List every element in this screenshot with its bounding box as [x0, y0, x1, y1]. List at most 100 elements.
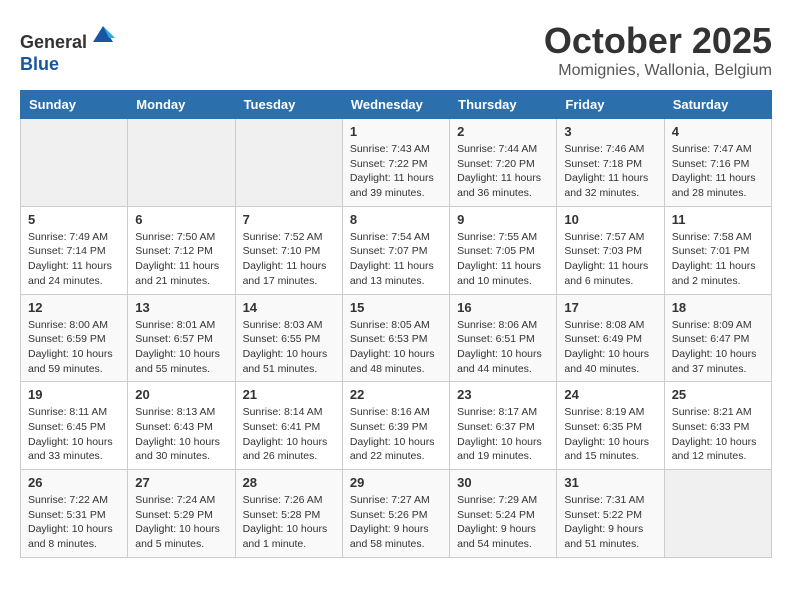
- day-info: Sunrise: 7:55 AMSunset: 7:05 PMDaylight:…: [457, 230, 549, 289]
- calendar-cell: [235, 119, 342, 207]
- day-info-line: Daylight: 9 hours and 58 minutes.: [350, 523, 429, 550]
- day-number: 24: [564, 387, 656, 402]
- calendar-cell: 1 Sunrise: 7:43 AMSunset: 7:22 PMDaylight…: [342, 119, 449, 207]
- day-info-line: Sunrise: 8:00 AM: [28, 319, 108, 331]
- calendar-cell: [128, 119, 235, 207]
- day-number: 13: [135, 300, 227, 315]
- calendar-cell: 14Sunrise: 8:03 AMSunset: 6:55 PMDayligh…: [235, 294, 342, 382]
- day-info-line: Daylight: 11 hours and 13 minutes.: [350, 260, 434, 287]
- day-info-line: Sunrise: 8:13 AM: [135, 406, 215, 418]
- calendar-cell: 13Sunrise: 8:01 AMSunset: 6:57 PMDayligh…: [128, 294, 235, 382]
- day-info-line: Sunrise: 7:49 AM: [28, 231, 108, 243]
- day-info-line: Sunset: 6:41 PM: [243, 421, 321, 433]
- calendar-cell: 7Sunrise: 7:52 AMSunset: 7:10 PMDaylight…: [235, 206, 342, 294]
- day-info: Sunrise: 7:31 AMSunset: 5:22 PMDaylight:…: [564, 493, 656, 552]
- day-number: 1: [350, 124, 442, 139]
- day-info-line: Daylight: 10 hours and 33 minutes.: [28, 436, 113, 463]
- calendar-cell: 12Sunrise: 8:00 AMSunset: 6:59 PMDayligh…: [21, 294, 128, 382]
- day-info: Sunrise: 7:22 AMSunset: 5:31 PMDaylight:…: [28, 493, 120, 552]
- day-info: Sunrise: 8:17 AMSunset: 6:37 PMDaylight:…: [457, 405, 549, 464]
- day-info-line: Daylight: 11 hours and 36 minutes.: [457, 172, 541, 199]
- weekday-header-friday: Friday: [557, 91, 664, 119]
- calendar-cell: 21Sunrise: 8:14 AMSunset: 6:41 PMDayligh…: [235, 382, 342, 470]
- day-info-line: Sunset: 7:05 PM: [457, 245, 535, 257]
- day-number: 3: [564, 124, 656, 139]
- day-info-line: Sunrise: 7:47 AM: [672, 143, 752, 155]
- calendar-cell: [21, 119, 128, 207]
- calendar-cell: 17Sunrise: 8:08 AMSunset: 6:49 PMDayligh…: [557, 294, 664, 382]
- day-info: Sunrise: 7:43 AMSunset: 7:22 PMDaylight:…: [350, 142, 442, 201]
- day-info-line: Daylight: 10 hours and 51 minutes.: [243, 348, 328, 375]
- calendar-cell: 30Sunrise: 7:29 AMSunset: 5:24 PMDayligh…: [450, 470, 557, 558]
- calendar-cell: 27Sunrise: 7:24 AMSunset: 5:29 PMDayligh…: [128, 470, 235, 558]
- day-info: Sunrise: 7:58 AMSunset: 7:01 PMDaylight:…: [672, 230, 764, 289]
- day-info: Sunrise: 8:11 AMSunset: 6:45 PMDaylight:…: [28, 405, 120, 464]
- day-info-line: Daylight: 10 hours and 8 minutes.: [28, 523, 113, 550]
- day-number: 2: [457, 124, 549, 139]
- day-info: Sunrise: 8:19 AMSunset: 6:35 PMDaylight:…: [564, 405, 656, 464]
- day-info-line: Sunset: 6:57 PM: [135, 333, 213, 345]
- logo-general-text: General: [20, 32, 87, 52]
- day-info-line: Sunrise: 7:46 AM: [564, 143, 644, 155]
- day-info: Sunrise: 7:27 AMSunset: 5:26 PMDaylight:…: [350, 493, 442, 552]
- day-info: Sunrise: 8:05 AMSunset: 6:53 PMDaylight:…: [350, 318, 442, 377]
- day-info-line: Sunset: 7:14 PM: [28, 245, 106, 257]
- day-info-line: Daylight: 11 hours and 6 minutes.: [564, 260, 648, 287]
- day-info-line: Daylight: 10 hours and 22 minutes.: [350, 436, 435, 463]
- calendar-cell: 31Sunrise: 7:31 AMSunset: 5:22 PMDayligh…: [557, 470, 664, 558]
- day-info-line: Sunrise: 7:57 AM: [564, 231, 644, 243]
- day-info-line: Daylight: 10 hours and 30 minutes.: [135, 436, 220, 463]
- day-info-line: Sunset: 5:31 PM: [28, 509, 106, 521]
- weekday-header-sunday: Sunday: [21, 91, 128, 119]
- day-number: 20: [135, 387, 227, 402]
- day-info-line: Sunrise: 7:50 AM: [135, 231, 215, 243]
- calendar-cell: 26 Sunrise: 7:22 AMSunset: 5:31 PMDayligh…: [21, 470, 128, 558]
- day-info-line: Sunrise: 8:16 AM: [350, 406, 430, 418]
- day-number: 16: [457, 300, 549, 315]
- title-block: October 2025 Momignies, Wallonia, Belgiu…: [544, 20, 772, 80]
- day-info-line: Sunset: 6:45 PM: [28, 421, 106, 433]
- day-info-line: Sunset: 7:20 PM: [457, 158, 535, 170]
- day-info: Sunrise: 8:06 AMSunset: 6:51 PMDaylight:…: [457, 318, 549, 377]
- day-info-line: Sunset: 6:49 PM: [564, 333, 642, 345]
- day-number: 26: [28, 475, 120, 490]
- day-info-line: Daylight: 11 hours and 24 minutes.: [28, 260, 112, 287]
- calendar-cell: 2Sunrise: 7:44 AMSunset: 7:20 PMDaylight…: [450, 119, 557, 207]
- day-number: 15: [350, 300, 442, 315]
- day-number: 29: [350, 475, 442, 490]
- day-info-line: Sunrise: 7:54 AM: [350, 231, 430, 243]
- day-info-line: Sunrise: 7:55 AM: [457, 231, 537, 243]
- day-info-line: Daylight: 10 hours and 1 minute.: [243, 523, 328, 550]
- day-info-line: Sunset: 6:47 PM: [672, 333, 750, 345]
- day-info: Sunrise: 8:16 AM Sunset: 6:39 PM Daylight:…: [350, 405, 442, 464]
- day-info-line: Sunset: 7:16 PM: [672, 158, 750, 170]
- calendar-cell: 9Sunrise: 7:55 AMSunset: 7:05 PMDaylight…: [450, 206, 557, 294]
- calendar-cell: 18Sunrise: 8:09 AMSunset: 6:47 PMDayligh…: [664, 294, 771, 382]
- calendar-cell: 3 Sunrise: 7:46 AMSunset: 7:18 PMDaylight…: [557, 119, 664, 207]
- day-info-line: Sunset: 6:39 PM: [350, 421, 428, 433]
- calendar-cell: 19Sunrise: 8:11 AMSunset: 6:45 PMDayligh…: [21, 382, 128, 470]
- day-info-line: Sunrise: 7:26 AM: [243, 494, 323, 506]
- day-info: Sunrise: 7:52 AMSunset: 7:10 PMDaylight:…: [243, 230, 335, 289]
- day-info-line: Daylight: 11 hours and 2 minutes.: [672, 260, 756, 287]
- weekday-header-tuesday: Tuesday: [235, 91, 342, 119]
- day-number: 6: [135, 212, 227, 227]
- day-info-line: Sunset: 5:28 PM: [243, 509, 321, 521]
- day-info-line: Daylight: 11 hours and 17 minutes.: [243, 260, 327, 287]
- day-number: 10: [564, 212, 656, 227]
- day-info-line: Sunset: 7:10 PM: [243, 245, 321, 257]
- calendar-cell: 10Sunrise: 7:57 AMSunset: 7:03 PMDayligh…: [557, 206, 664, 294]
- day-info: Sunrise: 7:46 AMSunset: 7:18 PMDaylight:…: [564, 142, 656, 201]
- day-number: 18: [672, 300, 764, 315]
- day-info-line: Daylight: 10 hours and 40 minutes.: [564, 348, 649, 375]
- day-info-line: Daylight: 11 hours and 32 minutes.: [564, 172, 648, 199]
- day-info-line: Daylight: 10 hours and 26 minutes.: [243, 436, 328, 463]
- day-info-line: Daylight: 9 hours and 54 minutes.: [457, 523, 536, 550]
- day-info-line: Daylight: 10 hours and 15 minutes.: [564, 436, 649, 463]
- day-info-line: Daylight: 11 hours and 39 minutes.: [350, 172, 434, 199]
- calendar-week-row: 12Sunrise: 8:00 AMSunset: 6:59 PMDayligh…: [21, 294, 772, 382]
- calendar-cell: 4Sunrise: 7:47 AMSunset: 7:16 PMDaylight…: [664, 119, 771, 207]
- day-info-line: Sunrise: 7:29 AM: [457, 494, 537, 506]
- day-info-line: Sunrise: 8:03 AM: [243, 319, 323, 331]
- day-info-line: Daylight: 10 hours and 5 minutes.: [135, 523, 220, 550]
